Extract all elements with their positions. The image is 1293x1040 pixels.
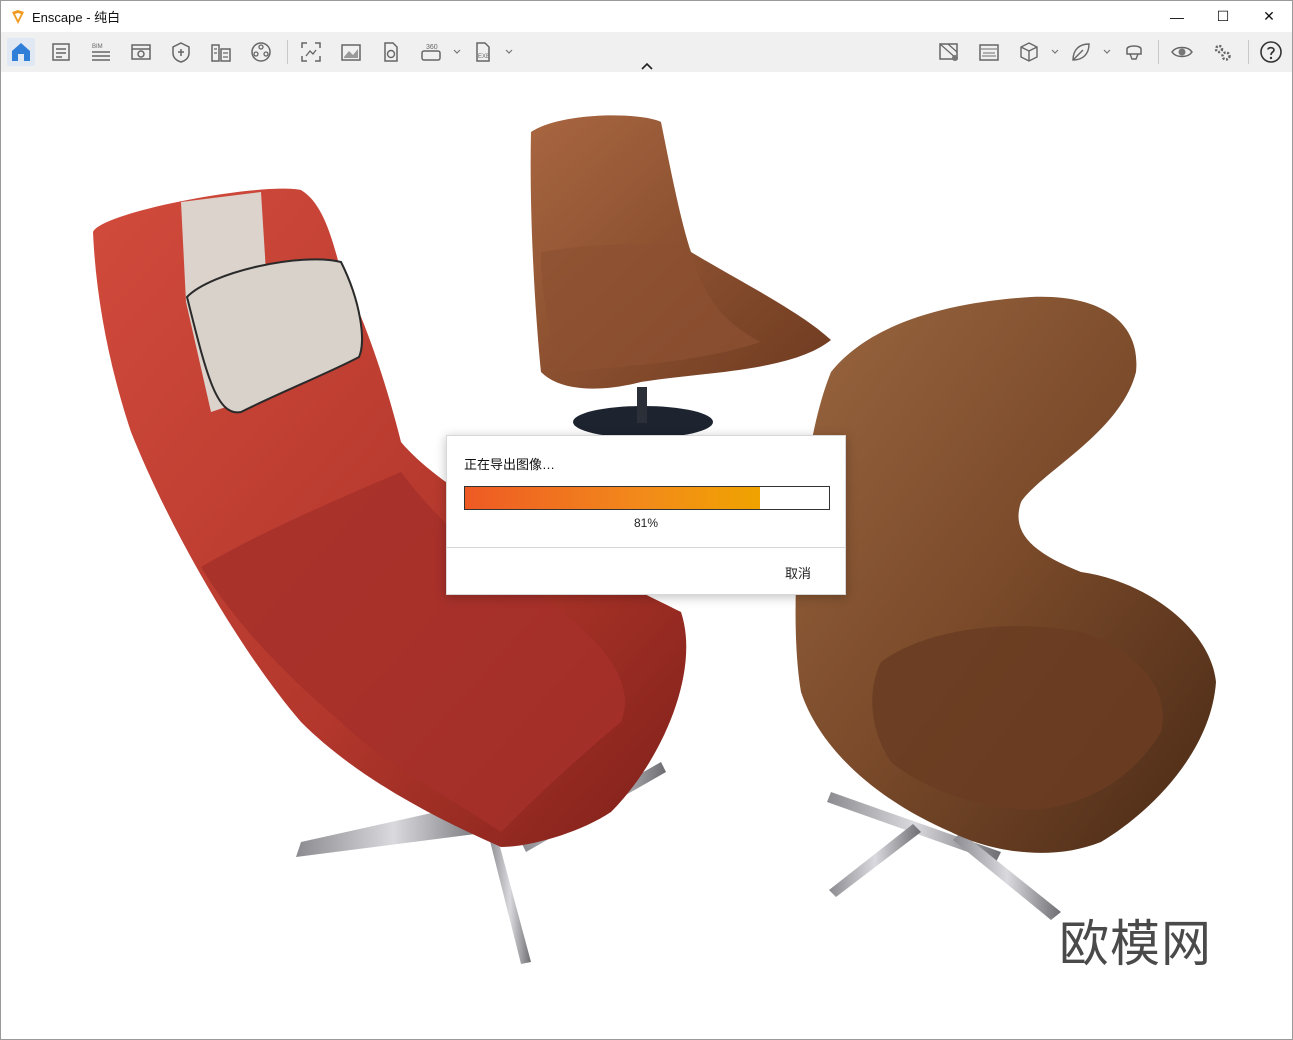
- window-title: Enscape - 纯白: [32, 10, 121, 25]
- panorama-360-icon[interactable]: 360: [417, 38, 445, 66]
- minimize-button[interactable]: —: [1154, 1, 1200, 32]
- bim-icon[interactable]: BIM: [87, 38, 115, 66]
- batch-render-icon[interactable]: [337, 38, 365, 66]
- collapse-toolbar-chevron-icon[interactable]: [637, 59, 657, 73]
- chevron-down-icon[interactable]: [452, 44, 462, 60]
- svg-text:360: 360: [426, 44, 438, 51]
- progress-fill: [465, 487, 760, 509]
- chevron-down-icon[interactable]: [1050, 44, 1060, 60]
- settings-icon[interactable]: [1208, 38, 1236, 66]
- enscape-logo-icon: [12, 9, 24, 24]
- notes-icon[interactable]: [47, 38, 75, 66]
- title-bar: Enscape - 纯白 — ☐ ✕: [1, 1, 1292, 32]
- material-editor-icon[interactable]: [935, 38, 963, 66]
- views-icon[interactable]: [127, 38, 155, 66]
- svg-text:BIM: BIM: [92, 44, 103, 50]
- chevron-down-icon[interactable]: [1102, 44, 1112, 60]
- toolbar-divider: [1158, 40, 1159, 64]
- site-context-icon[interactable]: [207, 38, 235, 66]
- enscape-window: Enscape - 纯白 — ☐ ✕ BIM 360 EXE 欧模网 正在导出图…: [0, 0, 1293, 1040]
- maximize-button[interactable]: ☐: [1200, 1, 1246, 32]
- dialog-divider: [447, 547, 845, 548]
- export-image-icon[interactable]: [377, 38, 405, 66]
- chevron-down-icon[interactable]: [504, 44, 514, 60]
- dialog-title: 正在导出图像…: [464, 457, 556, 472]
- visual-settings-icon[interactable]: [167, 38, 195, 66]
- cancel-button[interactable]: 取消: [785, 563, 811, 582]
- object-library-icon[interactable]: [247, 38, 275, 66]
- watermark-brand: 欧模网: [1059, 915, 1212, 973]
- progress-percent: 81%: [633, 516, 659, 530]
- exe-export-icon[interactable]: EXE: [469, 38, 497, 66]
- asset-library-icon[interactable]: [1067, 38, 1095, 66]
- export-progress-bar: [464, 486, 830, 510]
- toolbar-divider: [1248, 40, 1249, 64]
- atmosphere-icon[interactable]: [975, 38, 1003, 66]
- cube-view-icon[interactable]: [1015, 38, 1043, 66]
- toolbar-divider: [287, 40, 288, 64]
- help-icon[interactable]: [1257, 38, 1285, 66]
- visibility-icon[interactable]: [1168, 38, 1196, 66]
- home-icon[interactable]: [7, 38, 35, 66]
- svg-text:EXE: EXE: [478, 54, 490, 60]
- vr-headset-icon[interactable]: [1120, 38, 1148, 66]
- screenshot-icon[interactable]: [297, 38, 325, 66]
- export-progress-dialog: 正在导出图像… 81% 取消: [446, 435, 846, 595]
- close-button[interactable]: ✕: [1246, 1, 1292, 32]
